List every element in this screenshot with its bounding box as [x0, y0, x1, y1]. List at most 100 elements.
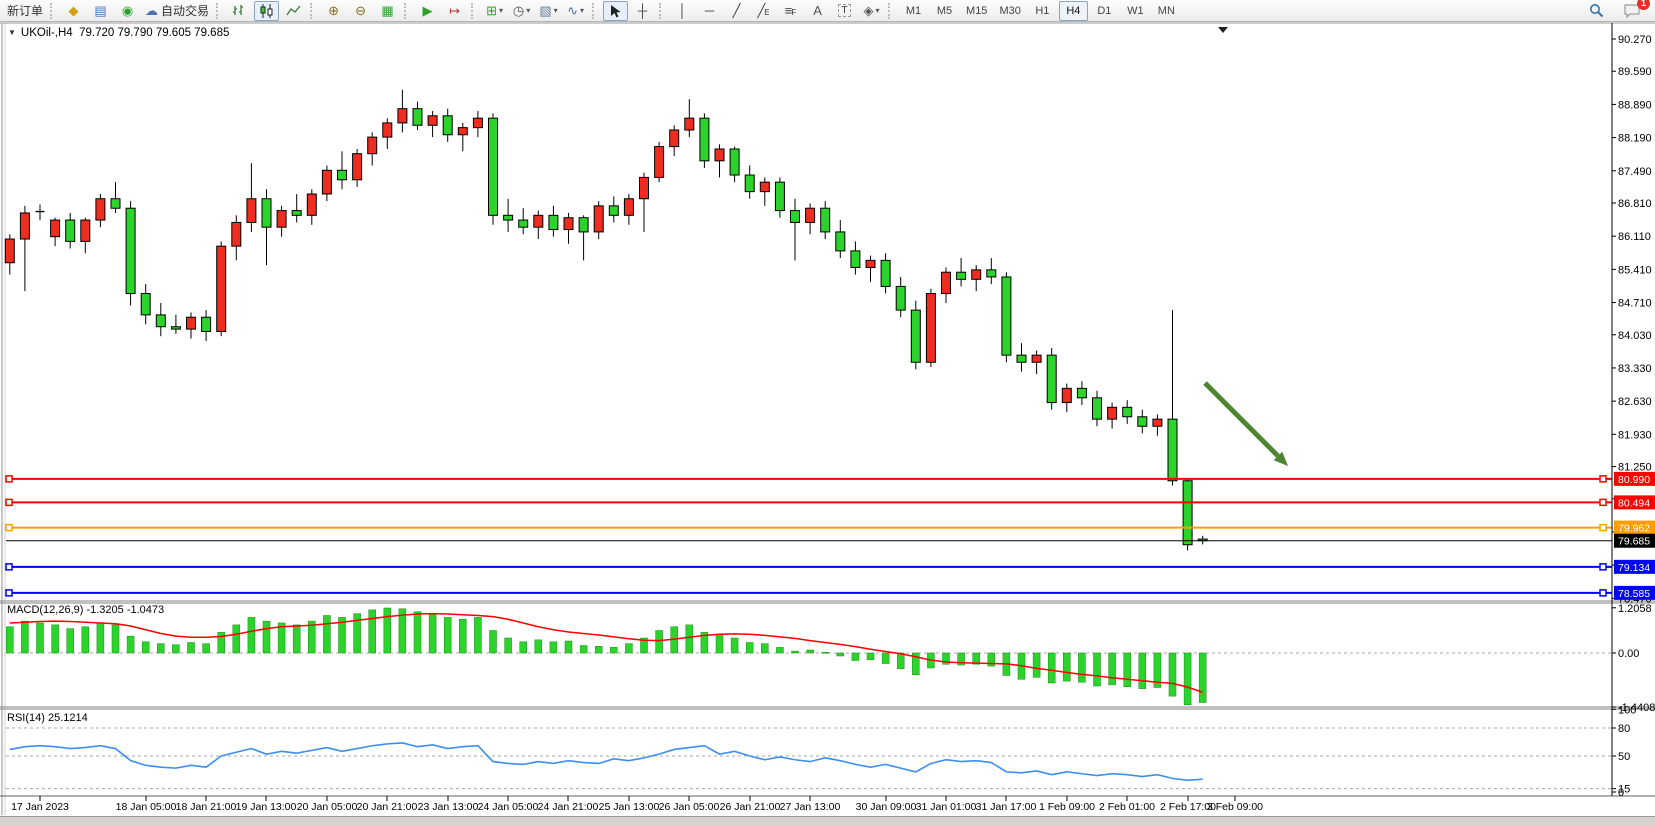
macd-histogram-bar	[1033, 653, 1040, 677]
time-tick-label: 26 Jan 21:00	[720, 801, 781, 813]
dropdown-caret-icon[interactable]: ▾	[580, 6, 584, 15]
macd-histogram-bar	[233, 625, 240, 653]
macd-histogram-bar	[188, 643, 195, 654]
macd-histogram-bar	[52, 625, 59, 653]
price-line-label: 80.990	[1618, 474, 1650, 486]
toolbar-separator	[888, 3, 894, 19]
down-arrow-annotation[interactable]	[1205, 383, 1278, 456]
macd-histogram-bar	[474, 617, 481, 653]
timeframe-button-m5[interactable]: M5	[930, 1, 959, 21]
templates-icon[interactable]: ▧▾	[536, 1, 561, 21]
line-handle[interactable]	[6, 525, 12, 531]
candle-body	[368, 137, 377, 154]
search-button[interactable]	[1584, 1, 1609, 21]
line-handle[interactable]	[1600, 525, 1606, 531]
time-tick-label: 19 Jan 13:00	[236, 801, 297, 813]
arrows-shapes-icon[interactable]: ◈▾	[859, 1, 884, 21]
macd-histogram-bar	[731, 638, 738, 653]
zoom-out-icon[interactable]: ⊖	[348, 1, 373, 21]
time-tick-label: 3 Feb 09:00	[1207, 801, 1263, 813]
notifications-button[interactable]: 1	[1619, 1, 1644, 21]
new-chart-icon[interactable]: ⊞▾	[482, 1, 507, 21]
cursor-icon[interactable]	[603, 1, 628, 21]
chart-shift-icon[interactable]: ↦	[442, 1, 467, 21]
timeframe-button-w1[interactable]: W1	[1121, 1, 1150, 21]
auto-scroll-icon[interactable]: ▶	[415, 1, 440, 21]
dropdown-caret-icon[interactable]: ▾	[526, 6, 530, 15]
vertical-line-icon[interactable]: │	[670, 1, 695, 21]
text-label-icon[interactable]: T	[832, 1, 857, 21]
line-handle[interactable]	[6, 499, 12, 505]
timeframe-button-mn[interactable]: MN	[1152, 1, 1181, 21]
timeframe-button-m15[interactable]: M15	[961, 1, 992, 21]
toolbar-separator	[471, 3, 477, 19]
chart-canvas[interactable]: 90.27089.59088.89088.19087.49086.81086.1…	[0, 0, 1655, 825]
timeframe-button-d1[interactable]: D1	[1090, 1, 1119, 21]
zoom-in-icon[interactable]: ⊕	[321, 1, 346, 21]
line-handle[interactable]	[6, 564, 12, 570]
line-handle[interactable]	[1600, 564, 1606, 570]
candle-body	[232, 222, 241, 246]
timeframe-button-h4[interactable]: H4	[1059, 1, 1088, 21]
candlestick-chart-icon[interactable]	[254, 1, 279, 21]
candle-body	[413, 109, 422, 126]
dropdown-caret-icon[interactable]: ▾	[554, 6, 558, 15]
fibonacci-icon[interactable]: ≡F	[778, 1, 803, 21]
line-handle[interactable]	[1600, 590, 1606, 596]
candle-body	[307, 194, 316, 215]
candle-body	[1153, 419, 1162, 426]
zoom-in-icon: ⊕	[328, 4, 339, 17]
line-handle[interactable]	[1600, 499, 1606, 505]
macd-histogram-bar	[852, 653, 859, 661]
candle-body	[670, 130, 679, 147]
candle-body	[458, 128, 467, 135]
tile-windows-icon[interactable]: ▦	[375, 1, 400, 21]
candle-body	[322, 170, 331, 194]
auto-trading-button[interactable]: ☁自动交易	[142, 1, 212, 21]
candle-body	[81, 220, 90, 241]
macd-histogram-bar	[6, 627, 13, 653]
text-icon[interactable]: A	[805, 1, 830, 21]
fibonacci-icon-sub: F	[791, 8, 796, 17]
dropdown-caret-icon[interactable]: ▾	[499, 6, 503, 15]
price-tick-label: 81.250	[1618, 462, 1652, 474]
line-handle[interactable]	[1600, 476, 1606, 482]
crosshair-icon[interactable]: ┼	[630, 1, 655, 21]
macd-histogram-bar	[610, 647, 617, 653]
line-handle[interactable]	[6, 476, 12, 482]
tile-windows-icon: ▦	[381, 4, 393, 17]
horizontal-line-icon[interactable]: ─	[697, 1, 722, 21]
period-clock-icon[interactable]: ◷▾	[509, 1, 534, 21]
chart-collapse-icon[interactable]: ▼	[8, 28, 16, 37]
timeframe-button-h1[interactable]: H1	[1028, 1, 1057, 21]
dropdown-caret-icon[interactable]: ▾	[876, 6, 880, 15]
candle-body	[277, 211, 286, 228]
time-tick-label: 31 Jan 17:00	[976, 801, 1037, 813]
line-handle[interactable]	[6, 590, 12, 596]
new-order-button[interactable]: 新订单	[4, 1, 46, 21]
candle-body	[1123, 407, 1132, 416]
candle-body	[1002, 277, 1011, 355]
signal-icon[interactable]: ◉	[115, 1, 140, 21]
candle-body	[730, 149, 739, 175]
trendline-icon[interactable]: ╱	[724, 1, 749, 21]
bar-chart-icon[interactable]	[227, 1, 252, 21]
crosshair-icon: ┼	[638, 4, 647, 17]
mt4-terminal-window: 新订单 ◆ ▤◉☁自动交易 ⊕ ⊖ ▦ ▶↦ ⊞▾◷▾▧▾∿▾ ┼ │─╱╱E≡FAT◈▾ M1M5…	[0, 0, 1655, 825]
candle-body	[5, 239, 14, 263]
macd-histogram-bar	[1078, 653, 1085, 682]
equidistant-channel-icon[interactable]: ╱E	[751, 1, 776, 21]
zoom-out-icon: ⊖	[355, 4, 366, 17]
macd-histogram-bar	[459, 619, 466, 653]
chart-profile-icon[interactable]: ◆	[61, 1, 86, 21]
indicators-icon[interactable]: ∿▾	[563, 1, 588, 21]
macd-histogram-bar	[142, 642, 149, 653]
price-tick-label: 89.590	[1618, 66, 1652, 78]
timeframe-button-m1[interactable]: M1	[899, 1, 928, 21]
chart-profile-icon: ◆	[69, 4, 79, 17]
scroll-to-end-marker[interactable]	[1218, 27, 1228, 33]
line-chart-icon[interactable]	[281, 1, 306, 21]
market-watch-icon[interactable]: ▤	[88, 1, 113, 21]
timeframe-button-m30[interactable]: M30	[994, 1, 1025, 21]
candle-body	[745, 175, 754, 192]
